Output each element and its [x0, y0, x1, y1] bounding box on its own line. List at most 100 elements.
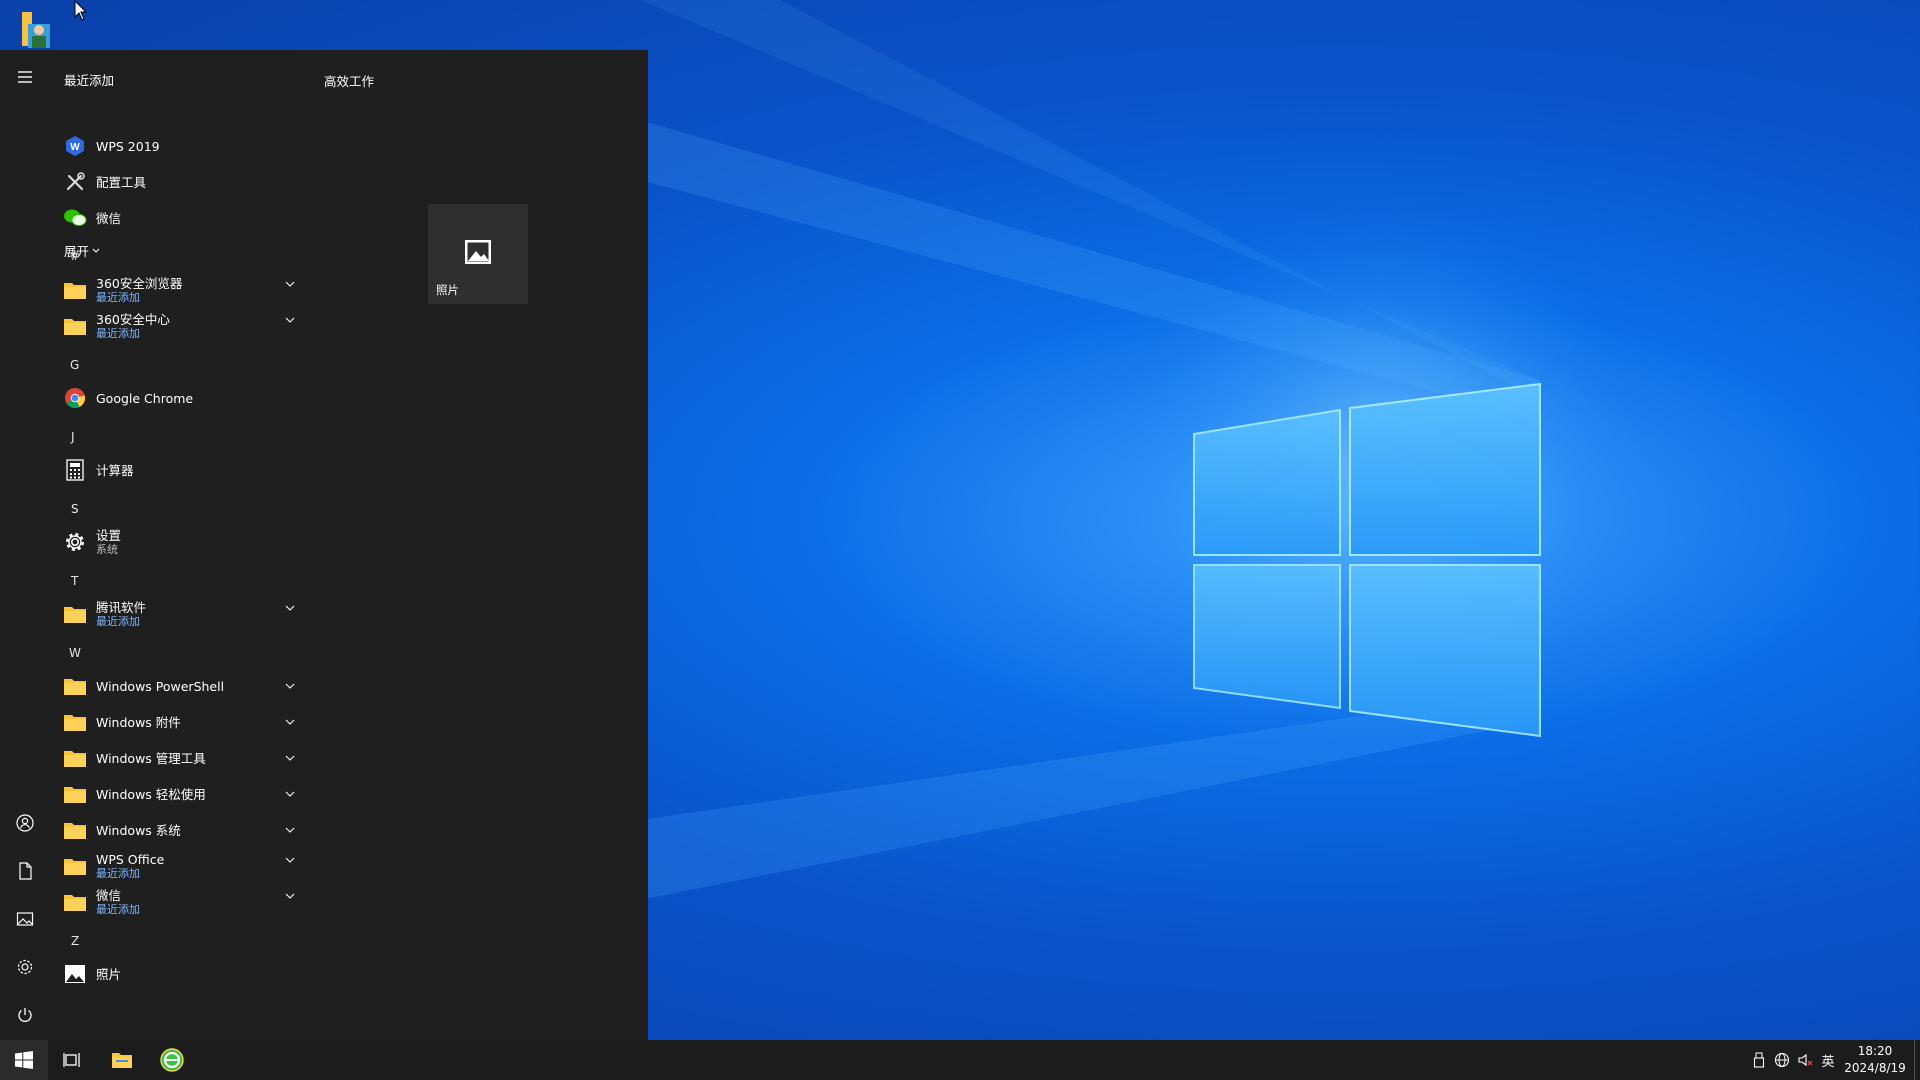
- app-sublabel: 最近添加: [96, 615, 140, 628]
- show-desktop-button[interactable]: [1914, 1040, 1920, 1080]
- app-sublabel: 最近添加: [96, 903, 140, 916]
- expand-button[interactable]: 展开: [50, 236, 310, 266]
- wps-icon: W: [63, 134, 87, 158]
- chevron-down-icon: [285, 683, 295, 689]
- folder-icon: [63, 854, 87, 878]
- chevron-down-icon: [92, 248, 100, 253]
- volume-muted-icon[interactable]: [1797, 1052, 1813, 1068]
- app-sublabel: 最近添加: [96, 291, 140, 304]
- photos-tile[interactable]: 照片: [428, 204, 528, 304]
- folder-windows-powershell[interactable]: Windows PowerShell: [50, 668, 310, 704]
- app-sublabel: 系统: [96, 543, 118, 556]
- app-label: 微信: [96, 210, 122, 226]
- network-icon[interactable]: [1774, 1052, 1790, 1068]
- chrome-icon: [63, 386, 87, 410]
- hamburger-menu-icon[interactable]: [0, 54, 50, 100]
- letter-header-g[interactable]: G: [70, 358, 79, 372]
- clock[interactable]: 18:20 2024/8/19: [1838, 1043, 1912, 1077]
- app-sublabel: 最近添加: [96, 867, 140, 880]
- photos-icon: [465, 240, 491, 264]
- calculator-icon: [63, 458, 87, 482]
- folder-icon: [63, 278, 87, 302]
- app-settings[interactable]: 设置 系统: [50, 524, 310, 560]
- app-label: Windows 附件: [96, 714, 181, 730]
- clock-time: 18:20: [1857, 1044, 1893, 1058]
- app-label: WPS 2019: [96, 138, 160, 154]
- usb-device-icon[interactable]: [1751, 1052, 1767, 1068]
- documents-icon[interactable]: [0, 848, 50, 894]
- folder-icon: [63, 782, 87, 806]
- app-sublabel: 最近添加: [96, 327, 140, 340]
- chevron-down-icon: [285, 857, 295, 863]
- windows-start-icon: [15, 1051, 33, 1069]
- folder-windows-ease-of-access[interactable]: Windows 轻松使用: [50, 776, 310, 812]
- clock-date: 2024/8/19: [1844, 1061, 1906, 1075]
- pictures-icon[interactable]: [0, 896, 50, 942]
- folder-windows-accessories[interactable]: Windows 附件: [50, 704, 310, 740]
- browser-360-icon: [160, 1048, 184, 1072]
- recent-item-wps[interactable]: W WPS 2019: [50, 128, 310, 164]
- folder-wechat[interactable]: 微信 最近添加: [50, 884, 310, 920]
- tile-label: 照片: [436, 283, 459, 297]
- gear-icon: [63, 530, 87, 554]
- folder-icon: [63, 746, 87, 770]
- folder-tencent[interactable]: 腾讯软件 最近添加: [50, 596, 310, 632]
- wechat-icon: [63, 206, 87, 230]
- app-list: 最近添加 W WPS 2019 配置工具 微信 展开 # 360安全浏览器 最近…: [50, 50, 310, 1040]
- app-google-chrome[interactable]: Google Chrome: [50, 380, 310, 416]
- app-label: Google Chrome: [96, 390, 194, 406]
- app-label: 腾讯软件: [96, 600, 147, 615]
- letter-header-j[interactable]: J: [71, 430, 75, 444]
- file-explorer-button[interactable]: [98, 1040, 146, 1080]
- taskbar: 英 18:20 2024/8/19: [0, 1040, 1920, 1080]
- windows-logo-wallpaper: [640, 0, 1640, 900]
- app-label: Windows 系统: [96, 822, 181, 838]
- folder-icon: [63, 674, 87, 698]
- letter-header-z[interactable]: Z: [71, 934, 79, 948]
- folder-windows-admin-tools[interactable]: Windows 管理工具: [50, 740, 310, 776]
- power-icon[interactable]: [0, 992, 50, 1038]
- letter-header-hash[interactable]: #: [70, 249, 80, 263]
- folder-icon: [63, 818, 87, 842]
- letter-header-w[interactable]: W: [69, 646, 81, 660]
- folder-wps-office[interactable]: WPS Office 最近添加: [50, 848, 310, 884]
- folder-icon: [63, 710, 87, 734]
- app-label: 360安全中心: [96, 312, 170, 327]
- recent-item-config-tool[interactable]: 配置工具: [50, 164, 310, 200]
- app-label: Windows 管理工具: [96, 750, 206, 766]
- letter-header-s[interactable]: S: [71, 502, 79, 516]
- recent-item-wechat[interactable]: 微信: [50, 200, 310, 236]
- photos-icon: [63, 962, 87, 986]
- app-label: 照片: [96, 966, 122, 982]
- chevron-down-icon: [285, 893, 295, 899]
- tile-group-header[interactable]: 高效工作: [324, 71, 374, 90]
- folder-icon: [63, 890, 87, 914]
- app-label: 计算器: [96, 462, 134, 478]
- mouse-cursor-icon: [74, 0, 88, 21]
- chevron-down-icon: [285, 281, 295, 287]
- start-button[interactable]: [0, 1040, 48, 1080]
- letter-header-t[interactable]: T: [71, 574, 78, 588]
- ime-indicator[interactable]: 英: [1820, 1052, 1836, 1070]
- folder-360-browser[interactable]: 360安全浏览器 最近添加: [50, 272, 310, 308]
- settings-icon[interactable]: [0, 944, 50, 990]
- chevron-down-icon: [285, 827, 295, 833]
- recent-header: 最近添加: [64, 73, 115, 88]
- app-photos[interactable]: 照片: [50, 956, 310, 992]
- folder-windows-system[interactable]: Windows 系统: [50, 812, 310, 848]
- chevron-down-icon: [285, 791, 295, 797]
- file-explorer-icon: [112, 1053, 132, 1068]
- app-label: 配置工具: [96, 174, 147, 190]
- task-view-button[interactable]: [48, 1040, 96, 1080]
- chevron-down-icon: [285, 605, 295, 611]
- chevron-down-icon: [285, 755, 295, 761]
- folder-360-security[interactable]: 360安全中心 最近添加: [50, 308, 310, 344]
- account-icon[interactable]: [0, 800, 50, 846]
- app-calculator[interactable]: 计算器: [50, 452, 310, 488]
- browser-360-button[interactable]: [148, 1040, 196, 1080]
- app-label: 360安全浏览器: [96, 276, 183, 291]
- chevron-down-icon: [285, 317, 295, 323]
- user-folder-icon[interactable]: [22, 10, 54, 50]
- chevron-down-icon: [285, 719, 295, 725]
- task-view-icon: [63, 1053, 80, 1067]
